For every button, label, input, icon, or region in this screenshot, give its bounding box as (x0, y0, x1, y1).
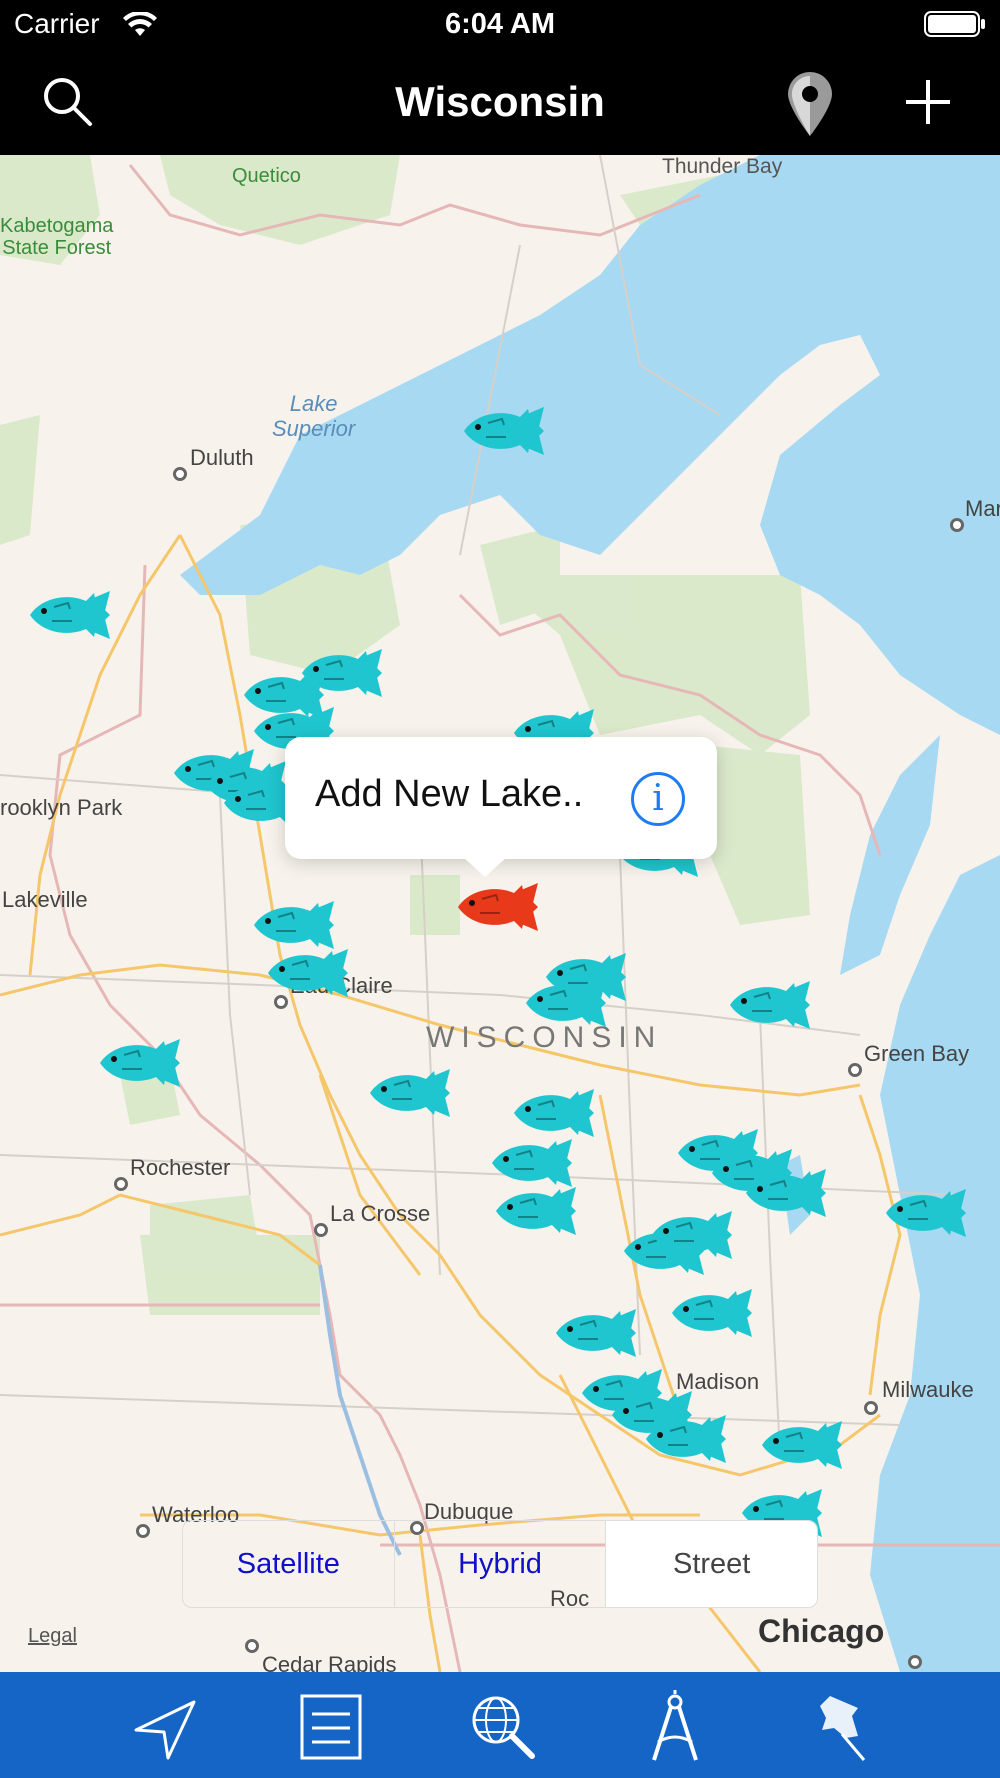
label-green-bay: Green Bay (864, 1041, 970, 1066)
lake-marker-fish-icon[interactable] (458, 403, 550, 459)
city-dot-green-bay (848, 1063, 862, 1077)
city-dot-duluth (173, 467, 187, 481)
map-type-segmented-control: Satellite Hybrid Street (182, 1520, 818, 1608)
lake-marker-fish-icon[interactable] (94, 1035, 186, 1091)
info-icon[interactable]: i (631, 772, 685, 826)
label-thunder-bay: Thunder Bay (662, 155, 783, 178)
page-title: Wisconsin (395, 78, 605, 125)
globe-search-icon[interactable] (466, 1690, 540, 1764)
label-brooklyn-park: rooklyn Park (0, 795, 123, 820)
bottom-tab-bar (0, 1672, 1000, 1778)
map-view[interactable]: Quetico Kabetogama State Forest Thunder … (0, 155, 1000, 1672)
label-quetico: Quetico (232, 165, 301, 187)
label-chicago: Chicago (758, 1613, 885, 1649)
status-bar: Carrier 6:04 AM (0, 0, 1000, 50)
lake-marker-fish-icon[interactable] (646, 1207, 738, 1263)
segment-hybrid[interactable]: Hybrid (395, 1521, 607, 1607)
status-time: 6:04 AM (444, 8, 556, 40)
label-la-crosse: La Crosse (330, 1201, 431, 1226)
label-marquette: Mar (965, 496, 1000, 521)
city-dot-chicago (908, 1655, 922, 1669)
lake-marker-fish-icon[interactable] (490, 1183, 582, 1239)
segment-street[interactable]: Street (606, 1521, 817, 1607)
lake-marker-fish-icon[interactable] (756, 1417, 848, 1473)
label-duluth: Duluth (190, 445, 254, 470)
lake-marker-fish-icon[interactable] (262, 945, 354, 1001)
selected-lake-marker[interactable] (452, 879, 544, 935)
label-rochester: Rochester (130, 1155, 231, 1180)
city-dot-cedar-rapids (245, 1639, 259, 1653)
lake-marker-fish-icon[interactable] (520, 975, 612, 1031)
label-lake-superior: Lake Superior (272, 391, 356, 441)
list-icon[interactable] (294, 1690, 368, 1764)
segment-satellite[interactable]: Satellite (183, 1521, 395, 1607)
lake-marker-fish-icon[interactable] (666, 1285, 758, 1341)
compass-drafting-icon[interactable] (638, 1690, 712, 1764)
lake-marker-fish-icon[interactable] (24, 587, 116, 643)
city-dot-rochester (114, 1177, 128, 1191)
callout-title[interactable]: Add New Lake.. (315, 773, 583, 816)
add-lake-callout[interactable]: Add New Lake.. i (285, 737, 717, 877)
lake-marker-fish-icon[interactable] (724, 977, 816, 1033)
legal-link[interactable]: Legal (28, 1625, 77, 1648)
label-lakeville: Lakeville (2, 887, 88, 912)
city-dot-la-crosse (314, 1223, 328, 1237)
label-kabetogama: Kabetogama State Forest (0, 215, 114, 259)
city-dot-milwaukee (864, 1401, 878, 1415)
location-arrow-icon[interactable] (128, 1690, 202, 1764)
plus-icon[interactable] (900, 74, 956, 130)
pin-icon[interactable] (782, 70, 838, 140)
label-milwaukee: Milwauke (882, 1377, 974, 1402)
nav-bar: Wisconsin (0, 50, 1000, 155)
city-dot-marquette (950, 518, 964, 532)
label-cedar-rapids: Cedar Rapids (262, 1652, 397, 1672)
battery-icon (924, 11, 985, 37)
city-dot-waterloo (136, 1524, 150, 1538)
lake-marker-fish-icon[interactable] (364, 1065, 456, 1121)
lake-marker-fish-icon[interactable] (880, 1185, 972, 1241)
lake-marker-fish-icon[interactable] (508, 1085, 600, 1141)
lake-marker-fish-icon[interactable] (640, 1411, 732, 1467)
lake-marker-fish-icon[interactable] (550, 1305, 642, 1361)
pushpin-icon[interactable] (808, 1690, 882, 1764)
lake-marker-fish-icon[interactable] (740, 1165, 832, 1221)
